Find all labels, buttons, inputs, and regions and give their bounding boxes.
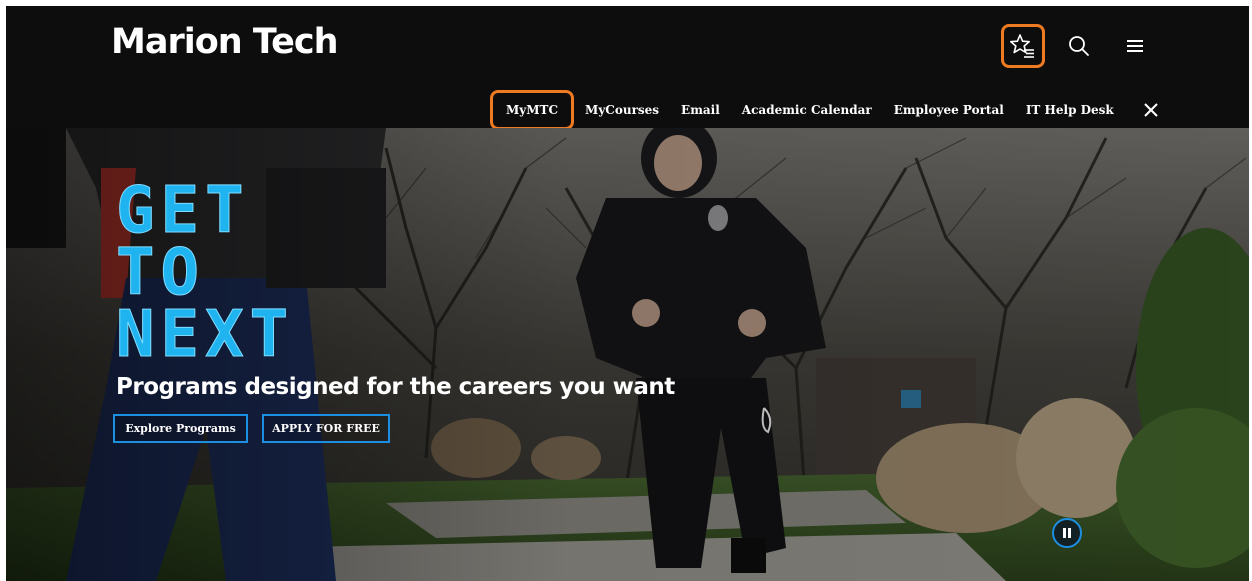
page-frame: Marion Tech MyMTC MyCourses Email Academ… — [6, 6, 1249, 581]
menu-icon — [1127, 40, 1143, 52]
close-icon — [1144, 103, 1158, 117]
hero-headline-line: GET — [115, 174, 250, 248]
video-pause-button[interactable] — [1052, 518, 1082, 548]
favorites-icon — [1010, 34, 1034, 58]
quicklinks-close-button[interactable] — [1139, 98, 1163, 122]
header-utility-icons — [1001, 24, 1169, 68]
quicklink-email[interactable]: Email — [670, 94, 731, 126]
search-button[interactable] — [1057, 24, 1101, 68]
search-icon — [1069, 36, 1089, 56]
quicklink-it-help-desk[interactable]: IT Help Desk — [1015, 94, 1125, 126]
hero-headline: GET TO NEXT — [115, 174, 295, 372]
site-logo[interactable]: Marion Tech — [111, 22, 338, 62]
hero-headline-line: TO — [115, 236, 206, 310]
quicklink-mycourses[interactable]: MyCourses — [574, 94, 670, 126]
hero-tagline: Programs designed for the careers you wa… — [116, 374, 675, 400]
hero-headline-line: NEXT — [115, 298, 295, 372]
menu-button[interactable] — [1113, 24, 1157, 68]
quicklink-mymtc[interactable]: MyMTC — [490, 90, 575, 130]
hero-video: GET TO NEXT Programs designed for the ca… — [6, 128, 1249, 581]
site-header: Marion Tech MyMTC MyCourses Email Academ… — [6, 6, 1249, 130]
explore-programs-button[interactable]: Explore Programs — [113, 414, 248, 443]
quicklink-employee-portal[interactable]: Employee Portal — [883, 94, 1015, 126]
quicklink-academic-calendar[interactable]: Academic Calendar — [731, 94, 883, 126]
quicklinks-bar: MyMTC MyCourses Email Academic Calendar … — [490, 90, 1163, 130]
pause-icon — [1063, 528, 1071, 538]
apply-for-free-button[interactable]: APPLY FOR FREE — [262, 414, 390, 443]
favorites-button[interactable] — [1001, 24, 1045, 68]
